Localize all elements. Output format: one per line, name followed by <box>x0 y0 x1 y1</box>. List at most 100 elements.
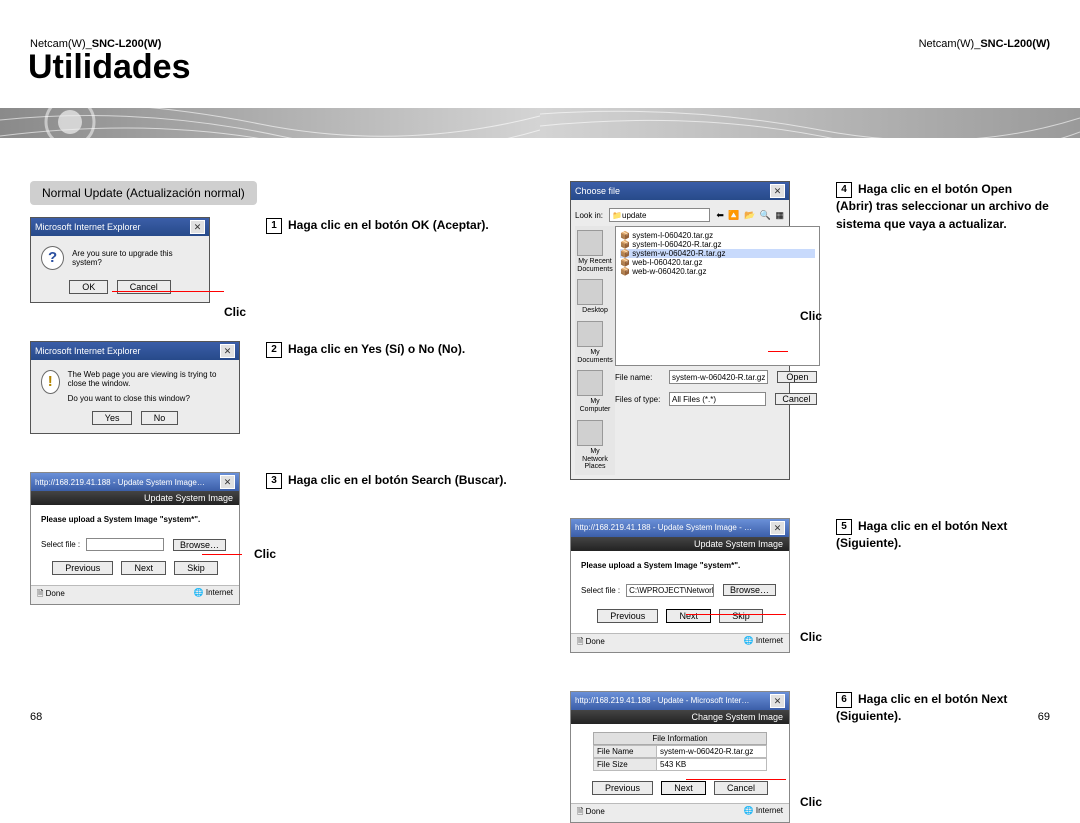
skip-button[interactable]: Skip <box>174 561 218 575</box>
dialog-title: Choose file <box>575 186 620 196</box>
close-icon[interactable]: ✕ <box>190 220 205 234</box>
mydocs-icon[interactable] <box>577 321 603 347</box>
close-icon[interactable]: ✕ <box>770 184 785 198</box>
step-5: http://168.219.41.188 - Update System Im… <box>570 518 1050 653</box>
list-item: 📦 system-l-060420.tar.gz <box>620 231 815 240</box>
status-done: Done <box>586 637 605 646</box>
open-button[interactable]: Open <box>777 371 817 383</box>
close-icon[interactable]: ✕ <box>220 344 235 358</box>
callout-line <box>112 291 224 292</box>
clic-label: Clic <box>254 547 276 561</box>
dialog-message: Are you sure to upgrade this system? <box>72 249 199 267</box>
dialog-title: Microsoft Internet Explorer <box>35 222 141 232</box>
list-item: 📦 web-l-060420.tar.gz <box>620 258 815 267</box>
skip-button[interactable]: Skip <box>719 609 763 623</box>
no-button[interactable]: No <box>141 411 179 425</box>
clic-label: Clic <box>224 305 246 319</box>
next-button[interactable]: Next <box>661 781 706 795</box>
list-item: 📦 web-w-060420.tar.gz <box>620 267 815 276</box>
step-text-1: Haga clic en el botón OK (Aceptar). <box>288 218 489 232</box>
question-icon: ? <box>41 246 64 270</box>
clic-label: Clic <box>800 630 822 644</box>
browse-button[interactable]: Browse… <box>173 539 226 551</box>
warning-icon: ! <box>41 370 60 394</box>
step-1: Microsoft Internet Explorer ✕ ? Are you … <box>30 217 510 303</box>
step-text-6: Haga clic en el botón Next (Siguiente). <box>836 692 1007 723</box>
dialog-change-image: http://168.219.41.188 - Update - Microso… <box>570 691 790 823</box>
step-3: http://168.219.41.188 - Update System Im… <box>30 472 510 605</box>
previous-button[interactable]: Previous <box>597 609 658 623</box>
close-icon[interactable]: ✕ <box>220 475 235 489</box>
file-path-input[interactable] <box>86 538 164 551</box>
filename-input[interactable]: system-w-060420-R.tar.gz <box>669 370 768 384</box>
dialog-close-window: Microsoft Internet Explorer ✕ ! The Web … <box>30 341 240 434</box>
header-product: SNC-L200(W) <box>980 38 1050 50</box>
dialog-update-image-1: http://168.219.41.188 - Update System Im… <box>30 472 240 605</box>
cancel-button[interactable]: Cancel <box>775 393 817 405</box>
callout-line <box>686 614 786 615</box>
ok-button[interactable]: OK <box>69 280 108 294</box>
status-zone: Internet <box>756 806 783 815</box>
dialog-title: http://168.219.41.188 - Update System Im… <box>575 523 753 532</box>
browse-button[interactable]: Browse… <box>723 584 776 596</box>
step-text-4: Haga clic en el botón Open (Abrir) tras … <box>836 182 1049 231</box>
yes-button[interactable]: Yes <box>92 411 133 425</box>
file-info-header: File Information <box>593 732 767 745</box>
dialog-line2: Do you want to close this window? <box>68 394 229 403</box>
previous-button[interactable]: Previous <box>592 781 653 795</box>
select-file-label: Select file : <box>581 586 620 595</box>
file-size-row: File Size543 KB <box>593 758 767 771</box>
chapter-title: Utilidades <box>28 48 190 87</box>
dialog-title: Microsoft Internet Explorer <box>35 346 141 356</box>
banner-graphic <box>0 96 540 151</box>
list-item: 📦 system-l-060420-R.tar.gz <box>620 240 815 249</box>
clic-label: Clic <box>800 795 822 809</box>
step-number-6: 6 <box>836 692 852 708</box>
desktop-icon[interactable] <box>577 279 603 305</box>
step-text-3: Haga clic en el botón Search (Buscar). <box>288 473 507 487</box>
nav-icons[interactable]: ⬅ 🔼 📂 🔍 ▦ <box>716 210 785 221</box>
upload-message: Please upload a System Image "system*". <box>581 561 779 570</box>
select-file-label: Select file : <box>41 540 80 549</box>
status-done: Done <box>586 807 605 816</box>
next-button[interactable]: Next <box>121 561 166 575</box>
step-number-5: 5 <box>836 519 852 535</box>
recent-icon[interactable] <box>577 230 603 256</box>
network-icon[interactable] <box>577 420 603 446</box>
step-number-3: 3 <box>266 473 282 489</box>
step-4: Choose file ✕ Look in: 📁 update ⬅ 🔼 📂 🔍 … <box>570 181 1050 480</box>
file-list[interactable]: 📦 system-l-060420.tar.gz 📦 system-l-0604… <box>615 226 820 366</box>
panel-caption: Update System Image <box>571 537 789 551</box>
clic-label: Clic <box>800 309 822 323</box>
places-bar[interactable]: My Recent Documents Desktop My Documents… <box>575 226 615 475</box>
upload-message: Please upload a System Image "system*". <box>41 515 229 524</box>
chapter-banner: Utilidades <box>30 56 510 156</box>
page-header-right: Netcam(W)_SNC-L200(W) <box>570 0 1050 56</box>
cancel-button[interactable]: Cancel <box>714 781 768 795</box>
header-brand: Netcam(W)_ <box>919 38 981 50</box>
dialog-title: http://168.219.41.188 - Update System Im… <box>35 478 205 487</box>
panel-caption: Change System Image <box>571 710 789 724</box>
file-path-input[interactable]: C:\WPROJECT\Network <box>626 584 714 597</box>
callout-line <box>686 779 786 780</box>
close-icon[interactable]: ✕ <box>770 694 785 708</box>
status-done: Done <box>46 589 65 598</box>
dialog-choose-file: Choose file ✕ Look in: 📁 update ⬅ 🔼 📂 🔍 … <box>570 181 790 480</box>
step-2: Microsoft Internet Explorer ✕ ! The Web … <box>30 341 510 434</box>
next-button[interactable]: Next <box>666 609 711 623</box>
dialog-update-image-2: http://168.219.41.188 - Update System Im… <box>570 518 790 653</box>
chapter-banner-continuation <box>570 56 1050 156</box>
dialog-title: http://168.219.41.188 - Update - Microso… <box>575 696 753 705</box>
previous-button[interactable]: Previous <box>52 561 113 575</box>
filetype-label: Files of type: <box>615 395 663 404</box>
step-text-2: Haga clic en Yes (Sí) o No (No). <box>288 342 465 356</box>
lookin-combo[interactable]: 📁 update <box>609 208 710 222</box>
close-icon[interactable]: ✕ <box>770 521 785 535</box>
banner-graphic <box>540 96 1080 151</box>
step-number-1: 1 <box>266 218 282 234</box>
page-number-right: 69 <box>1038 711 1050 723</box>
filetype-combo[interactable]: All Files (*.*) <box>669 392 766 406</box>
mycomputer-icon[interactable] <box>577 370 603 396</box>
step-text-5: Haga clic en el botón Next (Siguiente). <box>836 519 1007 550</box>
status-zone: Internet <box>206 588 233 597</box>
